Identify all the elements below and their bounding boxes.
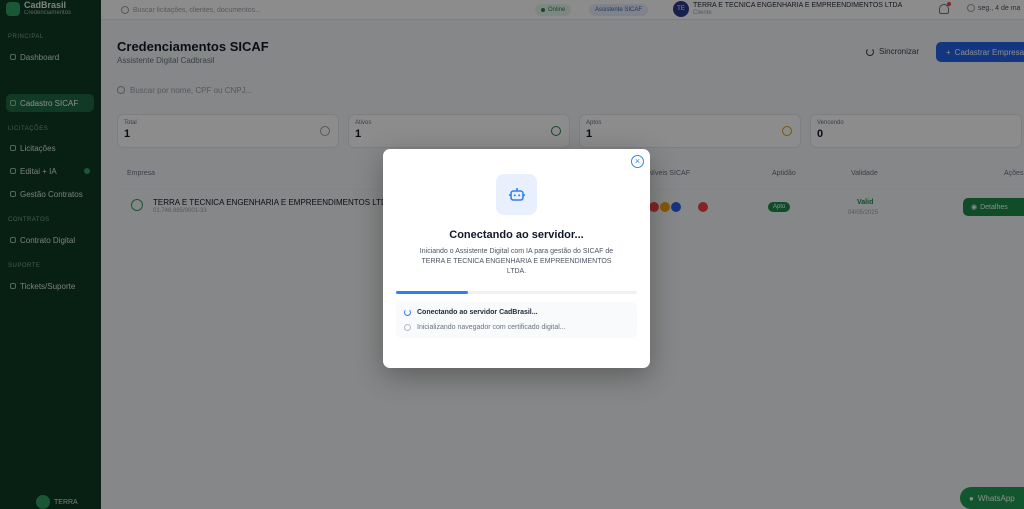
- progress-fill: [396, 291, 469, 294]
- connecting-modal: × Conectando ao servidor... Iniciando o …: [383, 149, 650, 368]
- step-item: Inicializando navegador com certificado …: [404, 324, 566, 331]
- spinner-icon: [404, 309, 411, 316]
- step-label: Conectando ao servidor CadBrasil...: [417, 309, 538, 316]
- modal-title: Conectando ao servidor...: [449, 229, 584, 241]
- pending-circle-icon: [404, 324, 411, 331]
- bot-icon-box: [496, 174, 537, 215]
- step-label: Inicializando navegador com certificado …: [417, 324, 566, 331]
- step-item: Conectando ao servidor CadBrasil...: [404, 309, 538, 316]
- bot-icon: [508, 187, 525, 201]
- connection-steps: Conectando ao servidor CadBrasil... Inic…: [396, 302, 637, 338]
- close-icon[interactable]: ×: [631, 155, 644, 168]
- progress-bar: [396, 291, 637, 294]
- modal-description: Iniciando o Assistente Digital com IA pa…: [419, 248, 614, 275]
